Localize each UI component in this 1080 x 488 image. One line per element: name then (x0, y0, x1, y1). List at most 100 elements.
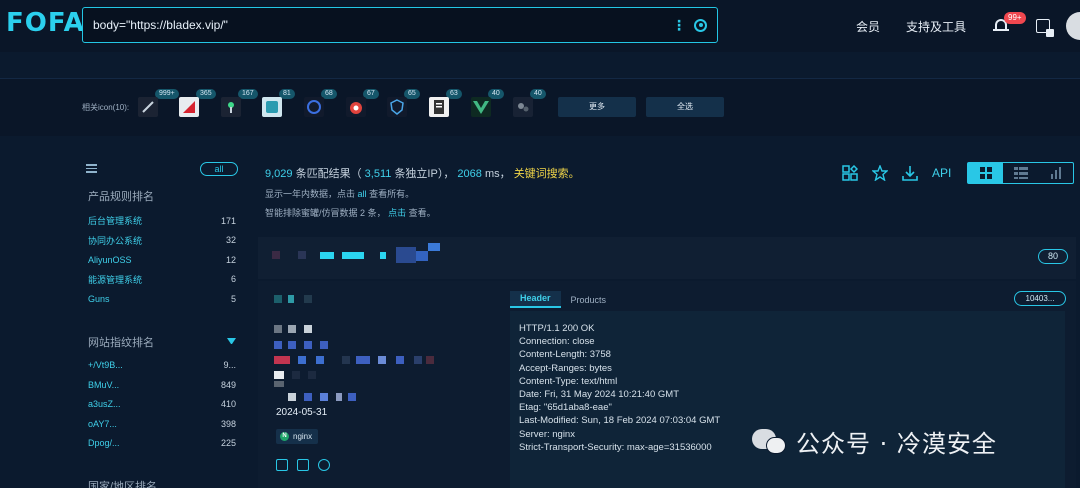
fingerprint-ranking-title: 网站指纹排名 (88, 336, 154, 349)
nav-membership[interactable]: 会员 (856, 18, 880, 35)
show-all-link[interactable]: all (358, 189, 367, 199)
more-options-icon[interactable]: ⋮ (672, 18, 686, 32)
nginx-icon: N (280, 432, 289, 441)
redacted-text (414, 356, 422, 364)
redacted-text (292, 371, 300, 379)
search-icon[interactable] (694, 18, 707, 32)
header-line: Content-Length: 3758 (519, 349, 611, 361)
favicon-teal-logo-icon[interactable] (262, 97, 282, 117)
icon-count: 999+ (155, 89, 179, 99)
product-ranking-title: 产品规则排名 (88, 191, 154, 203)
funnel-filter-icon[interactable] (227, 337, 236, 346)
code-icon[interactable] (276, 459, 288, 471)
result-card-header: 80 (258, 237, 1076, 279)
chart-view-button[interactable] (1038, 163, 1073, 183)
nav-support-tools[interactable]: 支持及工具 (906, 18, 966, 35)
result-tools: API (842, 162, 1075, 184)
query-time: 2068 (457, 168, 482, 180)
redacted-text (288, 325, 296, 333)
favicon-blue-swirl-icon[interactable] (304, 97, 324, 117)
list-item[interactable]: BMuV... 849 (88, 375, 236, 395)
redacted-text (274, 371, 284, 379)
redacted-text (320, 393, 328, 401)
watermark: 公众号 · 冷漠安全 (752, 424, 997, 459)
tab-products[interactable]: Products (561, 293, 617, 308)
all-toggle[interactable]: all (200, 162, 238, 176)
keyword-search-link[interactable]: 关键词搜索。 (514, 168, 580, 180)
grid-view-button[interactable] (968, 163, 1004, 183)
favicon-plant-icon[interactable] (221, 97, 241, 117)
download-icon[interactable] (902, 165, 918, 181)
redacted-text (304, 325, 312, 333)
list-view-button[interactable] (1003, 163, 1038, 183)
wechat-icon (752, 427, 788, 457)
header-line: Date: Fri, 31 May 2024 10:21:40 GMT (519, 389, 679, 401)
list-item[interactable]: 协同办公系统 32 (88, 231, 236, 251)
response-header-panel: HTTP/1.1 200 OK Connection: close Conten… (510, 311, 1065, 488)
redacted-text (428, 243, 440, 251)
logo-text: FOFA (6, 8, 85, 38)
list-item[interactable]: +/Vt9B... 9... (88, 356, 236, 376)
server-tag[interactable]: N nginx (276, 429, 319, 444)
redacted-text (378, 356, 386, 364)
avatar[interactable] (1066, 12, 1080, 40)
favicon-gray-logo-icon[interactable] (513, 97, 533, 117)
favicon-pen-icon[interactable] (138, 97, 158, 117)
list-item[interactable]: Dpog/... 225 (88, 434, 236, 454)
header-line: Content-Type: text/html (519, 375, 618, 387)
result-actions (276, 459, 330, 471)
favicon-shield-icon[interactable] (387, 97, 407, 117)
search-input[interactable] (93, 18, 672, 32)
redacted-text (288, 295, 294, 303)
select-all-button[interactable]: 全选 (646, 97, 724, 117)
more-icons-button[interactable]: 更多 (558, 97, 636, 117)
redacted-text (336, 393, 342, 401)
list-item[interactable]: AliyunOSS 12 (88, 250, 236, 270)
vue-logo-icon[interactable] (471, 97, 491, 117)
api-link[interactable]: API (932, 166, 951, 180)
notification-badge: 99+ (1004, 12, 1026, 24)
grid-add-icon[interactable] (842, 165, 858, 181)
view-honeypot-link[interactable]: 点击 (388, 208, 406, 218)
port-badge[interactable]: 80 (1038, 249, 1068, 264)
product-version-badge[interactable]: 10403... (1014, 291, 1066, 306)
list-item[interactable]: 能源管理系统 6 (88, 270, 236, 290)
fofa-logo[interactable]: FOFA (6, 6, 85, 40)
detail-tabs: Header Products (510, 291, 616, 308)
list-item[interactable]: 后台管理系统 171 (88, 211, 236, 231)
favicon-red-logo-icon[interactable] (179, 97, 199, 117)
redacted-text (342, 356, 350, 364)
tab-header[interactable]: Header (510, 291, 561, 308)
redacted-text (304, 393, 312, 401)
redacted-text (304, 341, 312, 349)
translate-icon[interactable] (1036, 19, 1054, 37)
redacted-text (416, 251, 428, 261)
country-ranking-title: 国家/地区排名 (88, 481, 158, 488)
redacted-text (342, 252, 364, 259)
notification-bell-icon[interactable]: 99+ (992, 12, 1026, 35)
ip-count: 3,511 (364, 168, 392, 180)
cube-icon[interactable] (297, 459, 309, 471)
result-summary: 9,029 条匹配结果（ 3,511 条独立IP）， 2068 ms， 关键词搜… (265, 168, 580, 218)
filter-sliders-icon[interactable] (86, 164, 97, 173)
favicon-document-icon[interactable] (429, 97, 449, 117)
view-toggle (967, 162, 1075, 184)
search-bar[interactable]: ⋮ (82, 7, 718, 43)
star-icon[interactable] (872, 165, 888, 181)
redacted-text (288, 341, 296, 349)
list-item[interactable]: Guns 5 (88, 289, 236, 309)
watermark-text: 公众号 · 冷漠安全 (796, 430, 997, 458)
top-nav: 会员 支持及工具 99+ (856, 12, 1080, 40)
redacted-text (380, 252, 386, 259)
list-item[interactable]: a3usZ... 410 (88, 395, 236, 415)
list-item[interactable]: oAY7... 398 (88, 414, 236, 434)
redacted-text (348, 393, 356, 401)
redacted-text (304, 295, 312, 303)
favicon-red-drop-icon[interactable] (346, 97, 366, 117)
redacted-text (274, 381, 284, 387)
header-line: Accept-Ranges: bytes (519, 362, 612, 374)
related-icons-label: 相关icon(10): (82, 103, 130, 112)
refresh-icon[interactable] (318, 459, 330, 471)
header-line: Connection: close (519, 336, 595, 348)
redacted-text (426, 356, 434, 364)
